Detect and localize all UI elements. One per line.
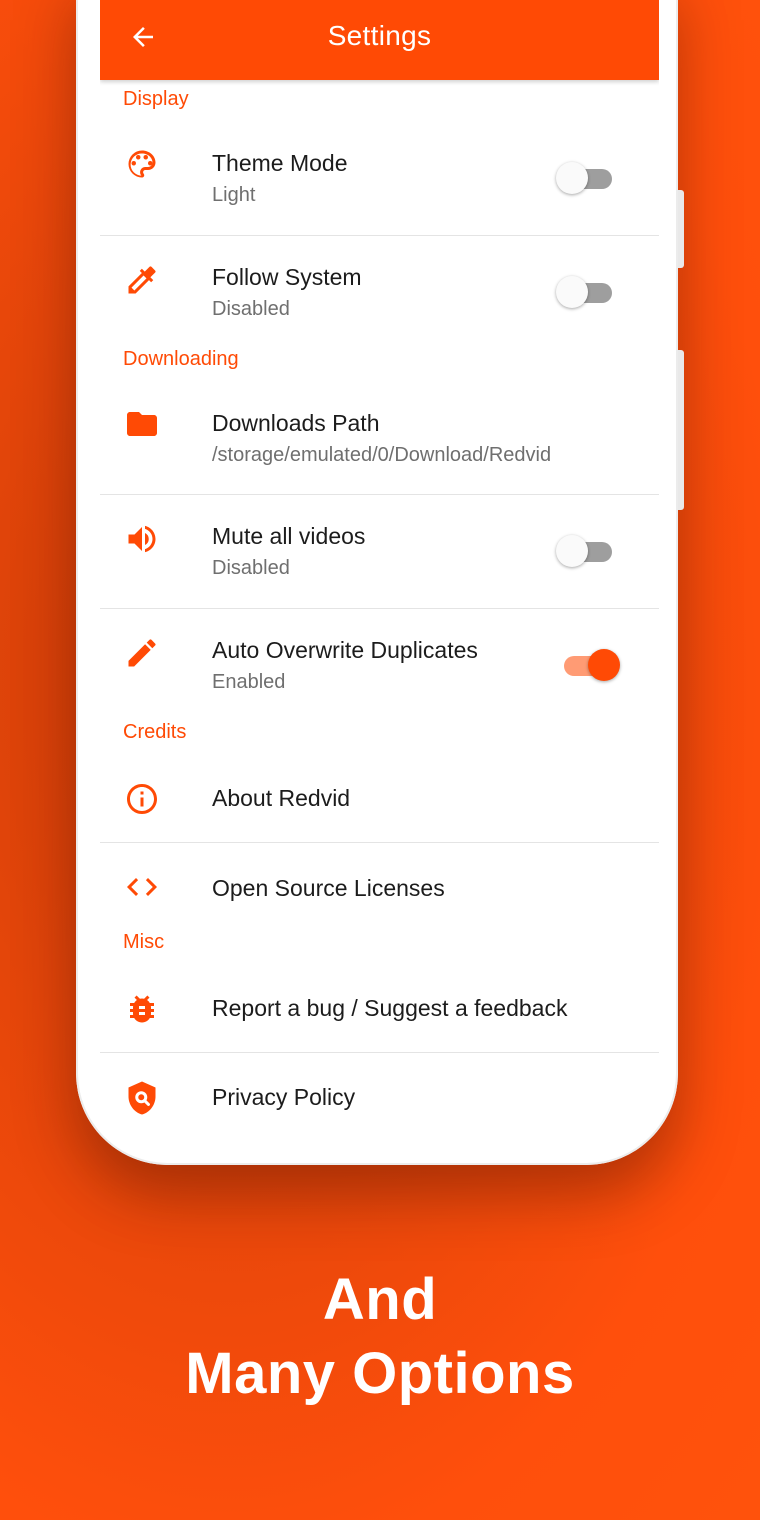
setting-subtitle: /storage/emulated/0/Download/Redvid bbox=[212, 444, 552, 466]
page-title: Settings bbox=[327, 20, 432, 51]
shield-search-icon bbox=[128, 1081, 156, 1115]
settings-screen: Settings Display Theme Mode Light Follow… bbox=[100, 0, 659, 1133]
setting-about[interactable]: About Redvid bbox=[100, 750, 659, 842]
setting-privacy[interactable]: Privacy Policy bbox=[100, 1053, 659, 1133]
phone-side-button bbox=[678, 350, 684, 510]
section-header-misc: Misc bbox=[123, 931, 165, 953]
setting-title: Mute all videos bbox=[212, 523, 366, 549]
palette-icon bbox=[128, 150, 156, 178]
follow-system-toggle[interactable] bbox=[556, 274, 616, 310]
auto-overwrite-toggle[interactable] bbox=[560, 647, 620, 683]
mute-videos-toggle[interactable] bbox=[556, 533, 616, 569]
setting-subtitle: Enabled bbox=[212, 671, 286, 693]
promo-line-2: Many Options bbox=[185, 1341, 575, 1406]
setting-title: Downloads Path bbox=[212, 410, 380, 436]
promo-line-1: And bbox=[322, 1267, 438, 1332]
setting-auto-overwrite[interactable]: Auto Overwrite Duplicates Enabled bbox=[100, 609, 659, 713]
setting-follow-system[interactable]: Follow System Disabled bbox=[100, 236, 659, 340]
phone-side-button bbox=[678, 190, 684, 268]
setting-subtitle: Disabled bbox=[212, 298, 290, 320]
setting-title: Auto Overwrite Duplicates bbox=[212, 637, 478, 663]
setting-mute-videos[interactable]: Mute all videos Disabled bbox=[100, 495, 659, 608]
section-header-credits: Credits bbox=[123, 721, 187, 743]
theme-mode-toggle[interactable] bbox=[556, 160, 616, 196]
setting-title: Follow System bbox=[212, 264, 362, 290]
info-icon bbox=[127, 784, 157, 814]
volume-icon bbox=[128, 525, 156, 553]
setting-title: Theme Mode bbox=[212, 150, 348, 176]
setting-theme-mode[interactable]: Theme Mode Light bbox=[100, 116, 659, 235]
code-icon bbox=[127, 878, 157, 896]
setting-title: About Redvid bbox=[212, 785, 351, 811]
setting-subtitle: Light bbox=[212, 184, 256, 206]
setting-title: Report a bug / Suggest a feedback bbox=[212, 995, 568, 1021]
setting-title: Privacy Policy bbox=[212, 1084, 356, 1110]
setting-subtitle: Disabled bbox=[212, 557, 290, 579]
section-header-display: Display bbox=[123, 88, 189, 110]
eyedropper-icon bbox=[128, 266, 156, 294]
setting-licenses[interactable]: Open Source Licenses bbox=[100, 843, 659, 931]
setting-downloads-path[interactable]: Downloads Path /storage/emulated/0/Downl… bbox=[100, 376, 659, 494]
section-header-downloading: Downloading bbox=[123, 348, 239, 370]
pencil-icon bbox=[128, 639, 156, 667]
setting-title: Open Source Licenses bbox=[212, 875, 445, 901]
app-bar: Settings bbox=[100, 0, 659, 80]
setting-report-bug[interactable]: Report a bug / Suggest a feedback bbox=[100, 960, 659, 1052]
folder-icon bbox=[127, 412, 157, 436]
bug-icon bbox=[130, 995, 154, 1023]
